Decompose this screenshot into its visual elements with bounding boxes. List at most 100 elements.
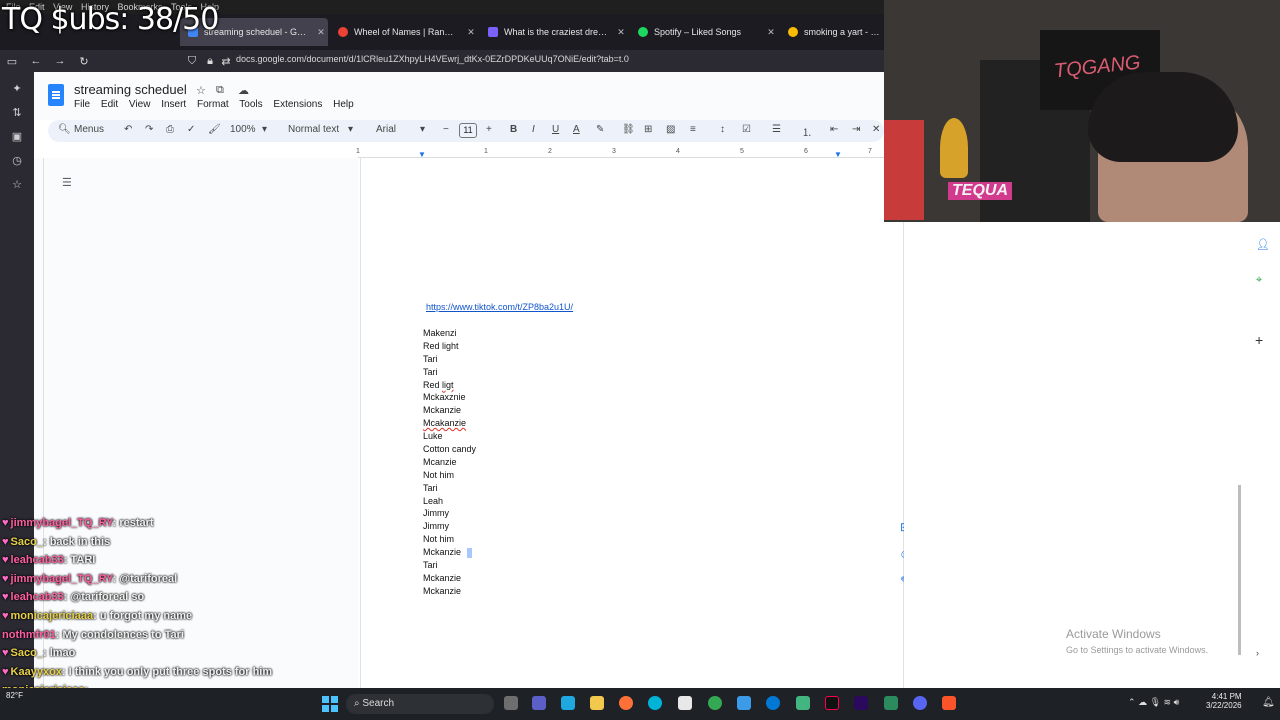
- italic-icon[interactable]: I: [532, 124, 535, 135]
- doc-line[interactable]: Jimmy: [423, 507, 476, 520]
- copilot-icon[interactable]: [561, 696, 575, 710]
- sidebar-toggle-icon[interactable]: ▭: [0, 55, 24, 68]
- doc-word[interactable]: Red: [423, 380, 442, 390]
- undo-icon[interactable]: ↶: [124, 124, 132, 135]
- settings-icon[interactable]: [737, 696, 751, 710]
- docs-menu-extensions[interactable]: Extensions: [273, 99, 322, 110]
- line-spacing-icon[interactable]: ↕: [720, 124, 725, 135]
- decrease-font-icon[interactable]: −: [443, 124, 449, 135]
- teams-icon[interactable]: [532, 696, 546, 710]
- checklist-icon[interactable]: ☑: [742, 124, 751, 135]
- add-comment-icon[interactable]: ⊞: [644, 124, 652, 135]
- font-select[interactable]: Arial: [376, 124, 396, 135]
- weather-widget[interactable]: 82°F: [6, 691, 23, 700]
- tab-craziest-dream[interactable]: What is the craziest dream you ✕: [480, 18, 628, 46]
- docs-menu-view[interactable]: View: [129, 99, 151, 110]
- doc-line[interactable]: Tari: [423, 559, 476, 572]
- show-side-panel-icon[interactable]: ›: [1256, 648, 1259, 658]
- doc-line[interactable]: Mckanzie: [423, 585, 476, 598]
- back-icon[interactable]: ←: [24, 55, 48, 67]
- spellcheck-icon[interactable]: ✓: [187, 124, 195, 135]
- doc-line[interactable]: Luke: [423, 430, 476, 443]
- tiktok-link[interactable]: https://www.tiktok.com/t/ZP8ba2u1U/: [426, 302, 573, 312]
- onedrive-icon[interactable]: ☁: [1138, 697, 1147, 707]
- windows-start-icon[interactable]: [322, 696, 338, 712]
- insert-image-icon[interactable]: ▨: [666, 124, 675, 135]
- premiere-icon[interactable]: [854, 696, 868, 710]
- tab-google-search[interactable]: smoking a yart - Google: [780, 18, 884, 46]
- close-tab-icon[interactable]: ✕: [764, 27, 778, 38]
- doc-line[interactable]: Not him: [423, 469, 476, 482]
- doc-line[interactable]: Tari: [423, 366, 476, 379]
- close-tab-icon[interactable]: ✕: [614, 27, 628, 38]
- print-icon[interactable]: ⎙: [166, 124, 174, 135]
- docs-menu-edit[interactable]: Edit: [101, 99, 118, 110]
- task-view-icon[interactable]: [504, 696, 518, 710]
- tiktok-icon[interactable]: [825, 696, 839, 710]
- tab-wheel-of-names[interactable]: Wheel of Names | Random ✕: [330, 18, 478, 46]
- star-icon[interactable]: ☆: [196, 84, 206, 97]
- taskbar-clock[interactable]: 4:41 PM 3/22/2026: [1206, 692, 1242, 710]
- doc-line[interactable]: Jimmy: [423, 520, 476, 533]
- text-color-icon[interactable]: A: [573, 124, 580, 135]
- decrease-indent-icon[interactable]: ⇤: [830, 124, 838, 135]
- doc-line[interactable]: Not him: [423, 533, 476, 546]
- increase-font-icon[interactable]: +: [486, 124, 492, 135]
- discord-icon[interactable]: [913, 696, 927, 710]
- app-icon[interactable]: [648, 696, 662, 710]
- google-docs-logo-icon[interactable]: [48, 84, 64, 106]
- file-explorer-icon[interactable]: [590, 696, 604, 710]
- url-field[interactable]: docs.google.com/document/d/1lCRleu1ZXhpy…: [236, 54, 629, 64]
- bookmark-star-icon[interactable]: ☆: [9, 178, 25, 194]
- history-icon[interactable]: ◷: [9, 154, 25, 170]
- misspelled-word[interactable]: ligt: [442, 380, 454, 390]
- brave-icon[interactable]: [942, 696, 956, 710]
- search-icon[interactable]: 🔍︎: [58, 124, 71, 135]
- firefox-icon[interactable]: [619, 696, 633, 710]
- terminal-icon[interactable]: [884, 696, 898, 710]
- reload-icon[interactable]: ↻: [72, 55, 96, 68]
- tabs-icon[interactable]: ▣: [9, 130, 25, 146]
- scrollbar[interactable]: [1238, 485, 1241, 655]
- docs-menu-insert[interactable]: Insert: [161, 99, 186, 110]
- doc-line[interactable]: Mckanzie: [423, 404, 476, 417]
- doc-line[interactable]: Red ligt: [423, 379, 476, 392]
- wifi-icon[interactable]: ≋: [1164, 697, 1172, 707]
- move-folder-icon[interactable]: ⧉: [216, 84, 224, 97]
- document-outline-icon[interactable]: ☰: [62, 176, 72, 189]
- game-icon[interactable]: [796, 696, 810, 710]
- docs-menu-help[interactable]: Help: [333, 99, 354, 110]
- paint-format-icon[interactable]: 🖌︎: [208, 124, 221, 135]
- bold-icon[interactable]: B: [510, 124, 517, 135]
- doc-line[interactable]: Red light: [423, 340, 476, 353]
- doc-line[interactable]: Tari: [423, 353, 476, 366]
- style-select[interactable]: Normal text: [288, 124, 339, 135]
- add-addon-icon[interactable]: +: [1255, 332, 1263, 348]
- cloud-saved-icon[interactable]: ☁: [238, 84, 249, 97]
- sliders-icon[interactable]: ⇅: [9, 106, 25, 122]
- align-icon[interactable]: ≡: [690, 124, 696, 135]
- forward-icon[interactable]: →: [48, 55, 72, 67]
- clear-formatting-icon[interactable]: ✕: [872, 124, 880, 135]
- volume-icon[interactable]: 🔊︎: [1174, 697, 1180, 707]
- font-size-input[interactable]: 11: [459, 123, 477, 138]
- doc-line[interactable]: Mckaxznie: [423, 391, 476, 404]
- doc-line[interactable]: Cotton candy: [423, 443, 476, 456]
- doc-line[interactable]: Tari: [423, 482, 476, 495]
- microphone-icon[interactable]: 🎙︎: [1150, 697, 1161, 707]
- docs-menu-file[interactable]: File: [74, 99, 90, 110]
- highlight-icon[interactable]: ✎: [596, 124, 604, 135]
- doc-line[interactable]: Mckanzie: [423, 572, 476, 585]
- notepad-icon[interactable]: [678, 696, 692, 710]
- taskbar-search[interactable]: ⌕ Search: [346, 694, 494, 714]
- close-tab-icon[interactable]: ✕: [314, 27, 328, 38]
- zoom-select[interactable]: 100%: [230, 124, 256, 135]
- document-title[interactable]: streaming scheduel: [74, 82, 187, 97]
- menus-search-button[interactable]: Menus: [74, 124, 104, 135]
- redo-icon[interactable]: ↷: [145, 124, 153, 135]
- close-tab-icon[interactable]: ✕: [464, 27, 478, 38]
- chevron-up-icon[interactable]: ⌃: [1128, 697, 1136, 707]
- underline-icon[interactable]: U: [552, 124, 559, 135]
- contacts-icon[interactable]: 👤︎: [1256, 238, 1270, 251]
- maps-icon[interactable]: ⌖: [1256, 274, 1262, 287]
